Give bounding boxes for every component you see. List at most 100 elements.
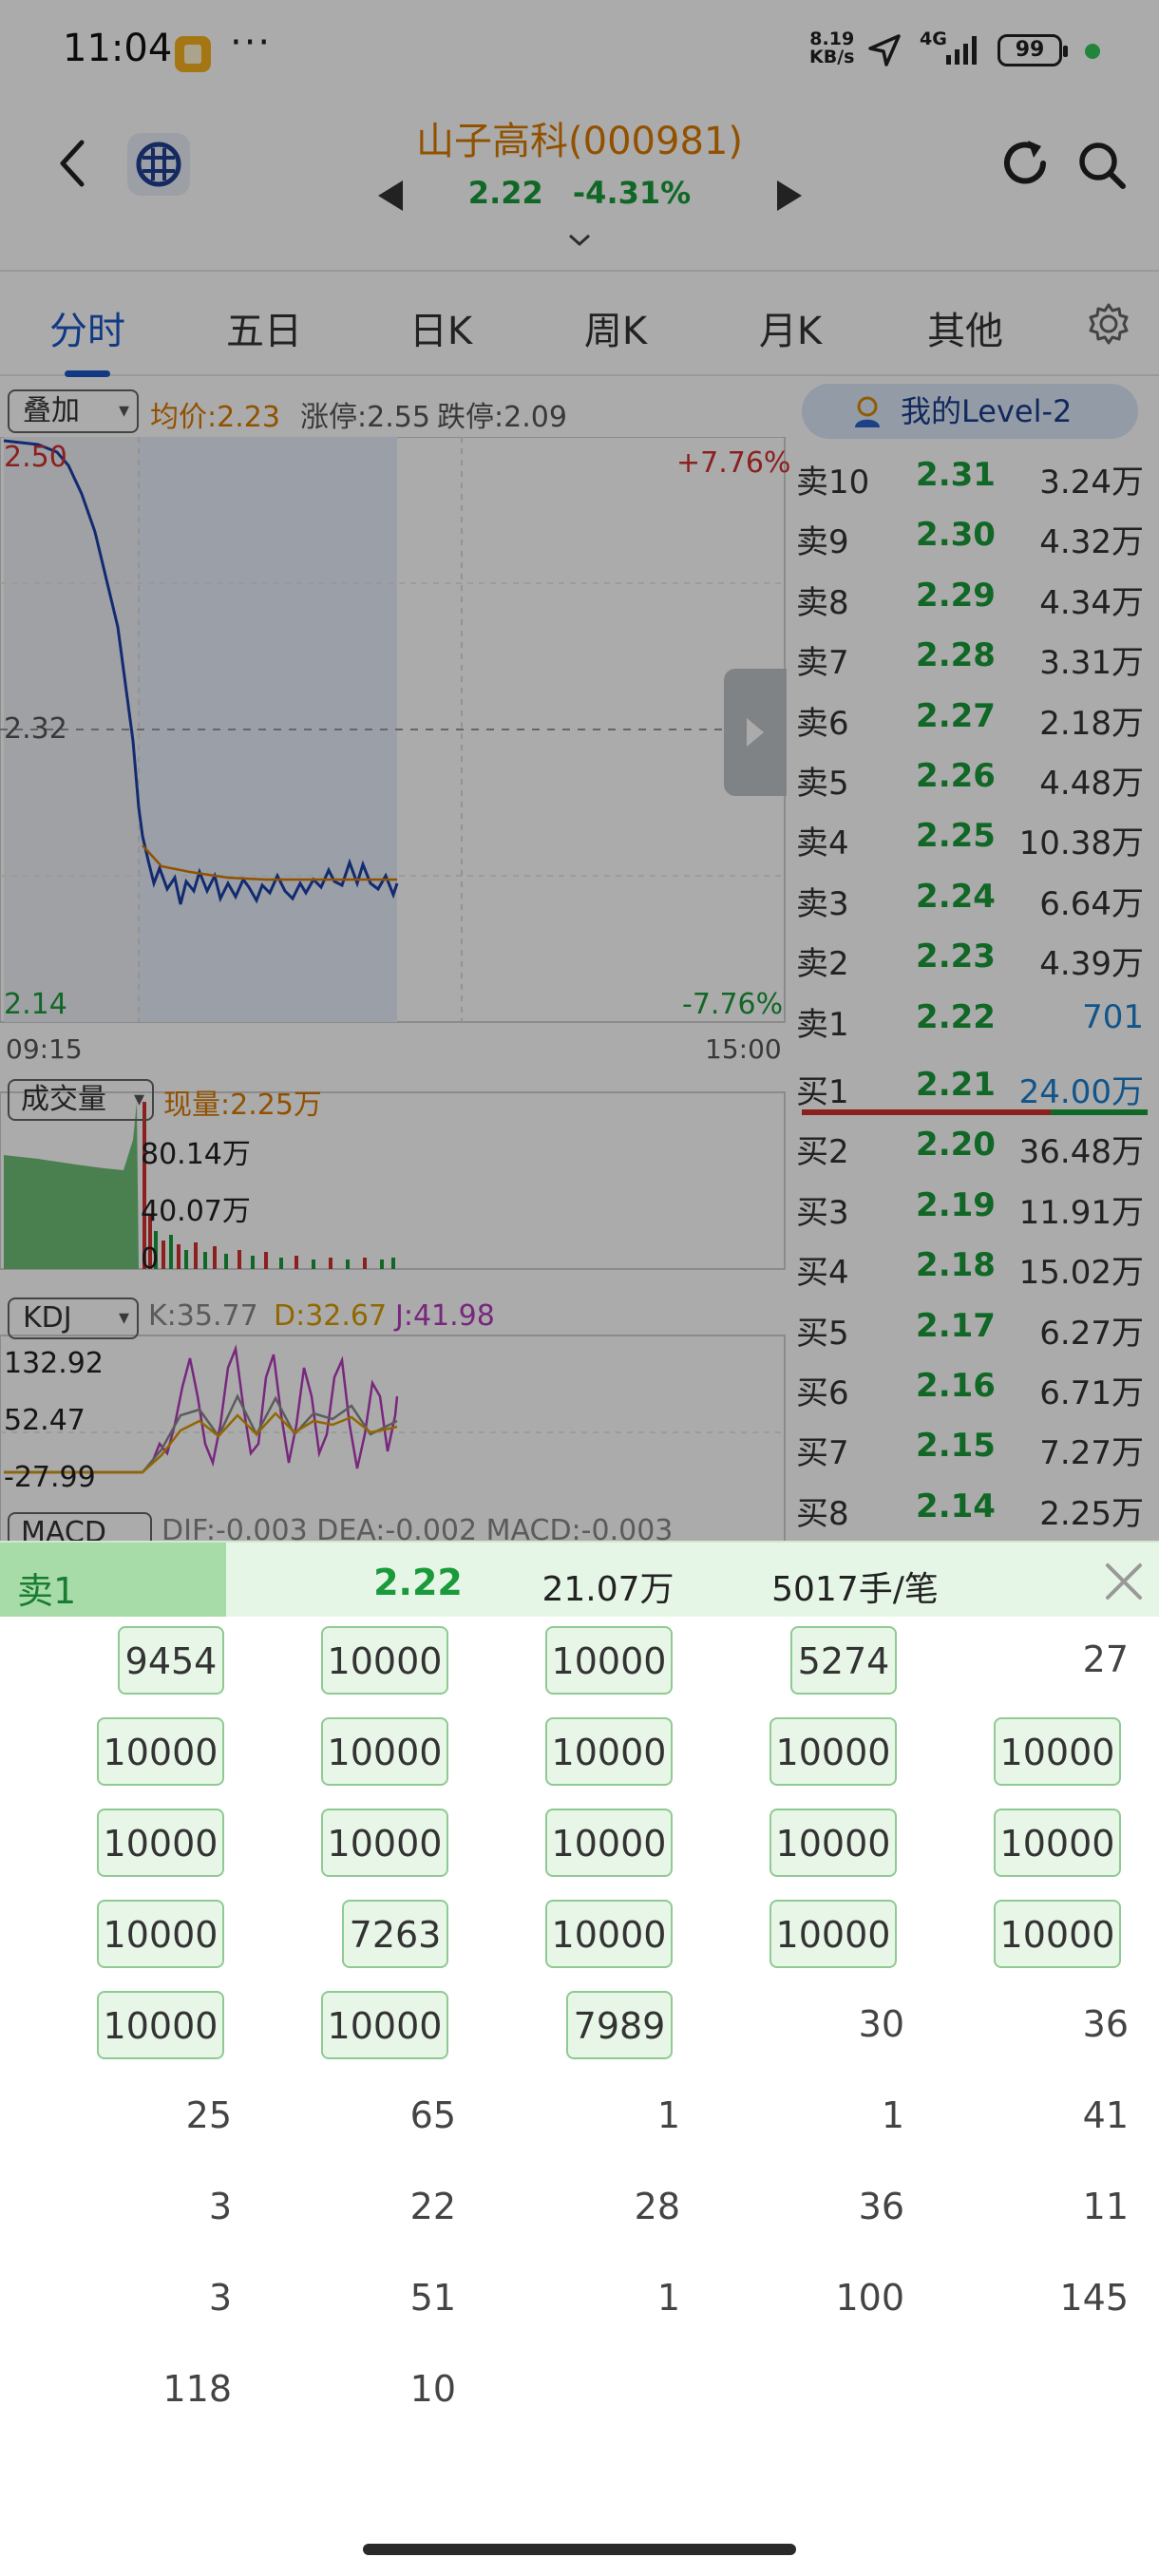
order-level-price: 2.21: [916, 1066, 996, 1104]
order-size-cell: 10000: [545, 1900, 673, 1968]
level2-button[interactable]: 我的Level-2: [802, 384, 1138, 439]
ask-row[interactable]: 卖7 2.28 3.31万: [794, 629, 1151, 686]
pct-label-bottom: -7.76%: [682, 988, 784, 1021]
volume-dropdown[interactable]: 成交量: [8, 1079, 154, 1121]
order-size-cell: 28: [634, 2186, 680, 2227]
tab-monthly-k[interactable]: 月K: [724, 300, 857, 355]
order-detail-header: 卖1 2.22 21.07万 5017手/笔: [0, 1541, 1159, 1617]
bid-row[interactable]: 买5 2.17 6.27万: [794, 1299, 1151, 1356]
macd-dropdown[interactable]: MACD: [8, 1512, 152, 1541]
ask-row[interactable]: 卖3 2.24 6.64万: [794, 870, 1151, 927]
order-size-cell: 51: [409, 2277, 456, 2319]
order-level-label: 卖1: [796, 1005, 849, 1044]
tab-other[interactable]: 其他: [899, 300, 1032, 355]
bid-row[interactable]: 买6 2.16 6.71万: [794, 1359, 1151, 1416]
order-size-cell: 65: [409, 2094, 456, 2136]
order-average-size: 5017手/笔: [771, 1570, 939, 1609]
ask-row[interactable]: 卖8 2.29 4.34万: [794, 569, 1151, 626]
pct-label-top: +7.76%: [676, 446, 791, 480]
tab-five-day[interactable]: 五日: [198, 300, 331, 355]
tab-daily-k[interactable]: 日K: [374, 300, 507, 355]
order-size-cell: 118: [162, 2368, 232, 2410]
order-level-price: 2.29: [916, 576, 996, 615]
time-start-label: 09:15: [6, 1033, 83, 1065]
order-level-price: 2.31: [916, 456, 996, 494]
ask-row[interactable]: 卖9 2.30 4.32万: [794, 508, 1151, 565]
order-level-volume: 36.48万: [1018, 1133, 1144, 1172]
order-level-price: 2.26: [916, 757, 996, 795]
intraday-chart[interactable]: [0, 437, 788, 1541]
order-level-volume: 4.32万: [1039, 523, 1144, 562]
order-size-cell: 10000: [994, 1900, 1121, 1968]
ask-row[interactable]: 卖4 2.25 10.38万: [794, 809, 1151, 866]
order-size-cell: 7263: [342, 1900, 448, 1968]
overlay-dropdown[interactable]: 叠加: [8, 389, 139, 433]
volume-area: [4, 1102, 139, 1269]
tab-weekly-k[interactable]: 周K: [549, 300, 682, 355]
order-level-price: 2.16: [916, 1367, 996, 1405]
order-level-price: 2.17: [916, 1306, 996, 1345]
collapse-orderbook-handle[interactable]: [724, 669, 787, 796]
order-side: 卖1: [17, 1570, 77, 1612]
kdj-k-value: K:35.77: [148, 1299, 258, 1333]
order-level-price: 2.23: [916, 938, 996, 976]
order-size-cell: 10000: [97, 1717, 224, 1786]
order-size-cell: 145: [1059, 2277, 1129, 2319]
order-total-volume: 21.07万: [542, 1570, 674, 1609]
close-icon[interactable]: [1102, 1560, 1146, 1603]
ask-row[interactable]: 卖6 2.27 2.18万: [794, 690, 1151, 747]
chevron-down-icon[interactable]: [566, 232, 593, 249]
order-level-volume: 6.27万: [1039, 1314, 1144, 1353]
order-size-cell: 10000: [97, 1900, 224, 1968]
order-price: 2.22: [373, 1562, 463, 1603]
kdj-tick-2: 52.47: [4, 1404, 86, 1437]
order-level-volume: 701: [1082, 997, 1144, 1036]
kdj-tick-1: 132.92: [4, 1347, 104, 1380]
order-level-label: 买3: [796, 1193, 849, 1232]
bid-row[interactable]: 买2 2.20 36.48万: [794, 1118, 1151, 1175]
home-indicator[interactable]: [363, 2544, 796, 2555]
gear-icon[interactable]: [1087, 302, 1130, 346]
privacy-dot: [1085, 44, 1100, 59]
search-icon[interactable]: [1074, 137, 1130, 194]
ask-row[interactable]: 卖10 2.31 3.24万: [794, 448, 1151, 505]
location-icon: [868, 34, 901, 66]
user-icon: [855, 396, 880, 427]
order-level-label: 买2: [796, 1133, 849, 1172]
order-level-label: 买5: [796, 1314, 849, 1353]
refresh-icon[interactable]: [998, 135, 1054, 192]
order-size-cell: 36: [858, 2186, 904, 2227]
order-level-price: 2.18: [916, 1246, 996, 1285]
order-level-label: 买1: [796, 1073, 849, 1111]
order-size-cell: 10000: [97, 1809, 224, 1877]
ask-row[interactable]: 卖2 2.23 4.39万: [794, 930, 1151, 987]
order-size-cell: 10000: [770, 1900, 897, 1968]
bid-row[interactable]: 买1 2.21 24.00万: [794, 1058, 1151, 1115]
order-level-price: 2.30: [916, 516, 996, 555]
kdj-dropdown[interactable]: KDJ: [8, 1297, 139, 1339]
ask-row[interactable]: 卖1 2.22 701: [794, 991, 1151, 1048]
kdj-d-value: D:32.67: [274, 1299, 388, 1333]
tab-intraday[interactable]: 分时: [21, 300, 154, 355]
bid-row[interactable]: 买4 2.18 15.02万: [794, 1239, 1151, 1296]
tab-active-indicator: [65, 370, 110, 377]
y-label-mid: 2.32: [4, 712, 67, 746]
bid-row[interactable]: 买3 2.19 11.91万: [794, 1179, 1151, 1236]
bid-row[interactable]: 买8 2.14 2.25万: [794, 1480, 1151, 1537]
order-size-cell: 10000: [97, 1991, 224, 2059]
signal-icon: [946, 36, 977, 65]
status-bar: 11:04 ··· 8.19 KB/s 4G 99: [0, 0, 1159, 95]
ask-row[interactable]: 卖5 2.26 4.48万: [794, 749, 1151, 806]
next-stock-icon[interactable]: [773, 177, 806, 215]
order-size-cell: 3: [208, 2277, 232, 2319]
vol-tick-3: 0: [141, 1242, 160, 1276]
vol-tick-2: 40.07万: [141, 1195, 251, 1228]
period-tabs: 分时 五日 日K 周K 月K 其他: [0, 270, 1159, 377]
order-level-volume: 6.64万: [1039, 884, 1144, 923]
battery-icon: 99: [998, 34, 1068, 66]
vol-tick-1: 80.14万: [141, 1138, 251, 1171]
order-size-cell: 10000: [321, 1626, 448, 1695]
bid-row[interactable]: 买7 2.15 7.27万: [794, 1419, 1151, 1476]
order-size-cell: 7989: [566, 1991, 673, 2059]
order-size-cell: 10000: [994, 1717, 1121, 1786]
